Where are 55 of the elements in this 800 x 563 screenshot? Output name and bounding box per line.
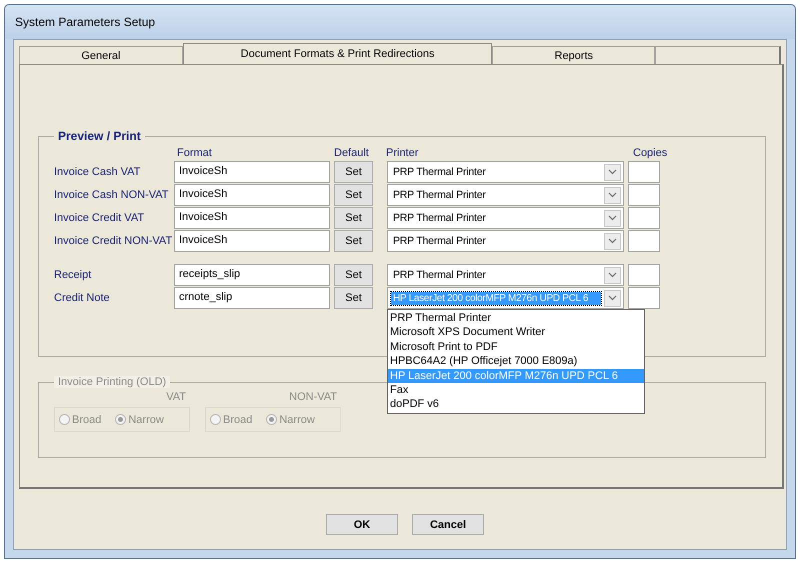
- dialog-button[interactable]: Cancel: [412, 514, 484, 535]
- copies-field[interactable]: [628, 184, 660, 206]
- dropdown-option[interactable]: doPDF v6: [388, 397, 644, 412]
- printer-combo[interactable]: PRP Thermal Printer: [387, 230, 624, 252]
- format-field[interactable]: InvoiceSh: [174, 161, 330, 183]
- format-field[interactable]: receipts_slip: [174, 264, 330, 286]
- dropdown-option[interactable]: PRP Thermal Printer: [388, 311, 644, 326]
- column-header: Copies: [632, 147, 668, 159]
- dialog-button[interactable]: OK: [326, 514, 398, 535]
- chevron-down-icon[interactable]: [604, 210, 621, 226]
- copies-field[interactable]: [628, 230, 660, 252]
- format-field[interactable]: InvoiceSh: [174, 230, 330, 252]
- tab[interactable]: General: [19, 46, 183, 64]
- column-header: Default: [333, 147, 370, 159]
- set-button[interactable]: Set: [334, 230, 373, 252]
- row-label: Invoice Cash VAT: [54, 166, 142, 178]
- set-button[interactable]: Set: [334, 207, 373, 229]
- dropdown-option[interactable]: Fax: [388, 382, 644, 398]
- row-label: Invoice Credit NON-VAT: [54, 235, 174, 247]
- printer-combo[interactable]: PRP Thermal Printer: [387, 184, 624, 206]
- column-header: VAT: [165, 391, 187, 405]
- format-field[interactable]: InvoiceSh: [174, 207, 330, 229]
- printer-combo[interactable]: PRP Thermal Printer: [387, 264, 624, 286]
- format-field[interactable]: InvoiceSh: [174, 184, 330, 206]
- column-header: NON-VAT: [288, 391, 338, 405]
- dropdown-option[interactable]: Microsoft Print to PDF: [388, 340, 644, 354]
- chevron-down-icon[interactable]: [604, 266, 621, 284]
- group-title: Invoice Printing (OLD): [54, 376, 170, 388]
- chevron-down-icon[interactable]: [604, 186, 621, 204]
- copies-field[interactable]: [628, 161, 660, 183]
- row-label: Receipt: [54, 269, 92, 281]
- tab[interactable]: Document Formats & Print Redirections: [182, 43, 492, 64]
- dropdown-option[interactable]: Microsoft XPS Document Writer: [388, 325, 644, 340]
- group-title: Preview / Print: [57, 129, 142, 143]
- window-title: System Parameters Setup: [15, 15, 156, 29]
- set-button[interactable]: Set: [334, 184, 373, 206]
- row-label: Invoice Credit VAT: [54, 212, 146, 224]
- set-button[interactable]: Set: [334, 161, 373, 183]
- row-label: Credit Note: [54, 292, 111, 304]
- chevron-down-icon[interactable]: [604, 164, 621, 180]
- dropdown-option[interactable]: HPBC64A2 (HP Officejet 7000 E809a): [388, 354, 644, 369]
- copies-field[interactable]: [628, 287, 660, 309]
- set-button[interactable]: Set: [334, 287, 373, 309]
- format-field[interactable]: crnote_slip: [174, 287, 330, 309]
- row-label: Invoice Cash NON-VAT: [54, 189, 170, 201]
- printer-combo[interactable]: PRP Thermal Printer: [387, 207, 624, 229]
- chevron-down-icon[interactable]: [604, 232, 621, 250]
- tab[interactable]: Reports: [492, 46, 656, 64]
- column-header: Printer: [385, 147, 420, 159]
- chevron-down-icon[interactable]: [604, 290, 621, 306]
- column-header: Format: [176, 147, 213, 159]
- set-button[interactable]: Set: [334, 264, 373, 286]
- printer-combo[interactable]: PRP Thermal Printer: [387, 161, 624, 183]
- copies-field[interactable]: [628, 264, 660, 286]
- copies-field[interactable]: [628, 207, 660, 229]
